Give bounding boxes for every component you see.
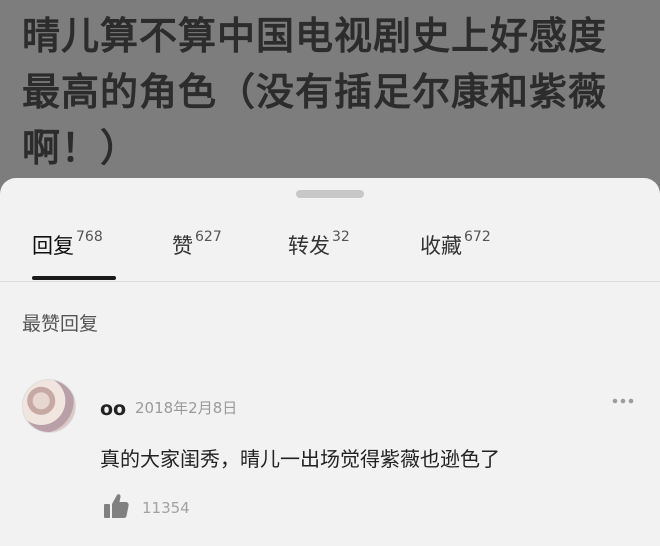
comment-date: 2018年2月8日 <box>135 399 238 417</box>
drag-handle[interactable] <box>296 190 364 198</box>
tab-favorites-count: 672 <box>464 229 491 245</box>
tab-likes-count: 627 <box>195 229 222 245</box>
tab-replies[interactable]: 回复 768 <box>32 226 103 266</box>
post-header: 晴儿算不算中国电视剧史上好感度最高的角色（没有插足尔康和紫薇啊！） <box>0 0 660 185</box>
section-title: 最赞回复 <box>22 313 99 335</box>
tab-likes-label: 赞 <box>172 234 193 258</box>
tab-likes[interactable]: 赞 627 <box>172 226 222 266</box>
comment-item: oo 2018年2月8日 真的大家闺秀，晴儿一出场觉得紫薇也逊色了 11354 <box>0 373 660 543</box>
tab-reposts-count: 32 <box>332 229 350 245</box>
tab-reposts[interactable]: 转发 32 <box>288 226 350 266</box>
like-button[interactable]: 11354 <box>102 493 190 523</box>
tab-favorites-label: 收藏 <box>420 234 462 258</box>
comment-text: 真的大家闺秀，晴儿一出场觉得紫薇也逊色了 <box>100 447 500 471</box>
tab-bar: 回复 768 赞 627 转发 32 收藏 672 <box>0 218 660 280</box>
tab-reposts-label: 转发 <box>288 234 330 258</box>
tab-replies-label: 回复 <box>32 234 74 258</box>
post-title: 晴儿算不算中国电视剧史上好感度最高的角色（没有插足尔康和紫薇啊！） <box>22 14 608 170</box>
replies-sheet: 回复 768 赞 627 转发 32 收藏 672 最赞回复 oo 2018年2… <box>0 178 660 546</box>
more-dots-icon[interactable] <box>608 391 638 411</box>
comment-author[interactable]: oo <box>100 398 126 420</box>
active-tab-indicator <box>32 276 116 280</box>
tab-favorites[interactable]: 收藏 672 <box>420 226 491 266</box>
divider <box>0 281 660 282</box>
tab-replies-count: 768 <box>76 229 103 245</box>
avatar[interactable] <box>22 379 76 433</box>
thumbs-up-icon <box>102 492 130 524</box>
like-count: 11354 <box>142 499 190 517</box>
